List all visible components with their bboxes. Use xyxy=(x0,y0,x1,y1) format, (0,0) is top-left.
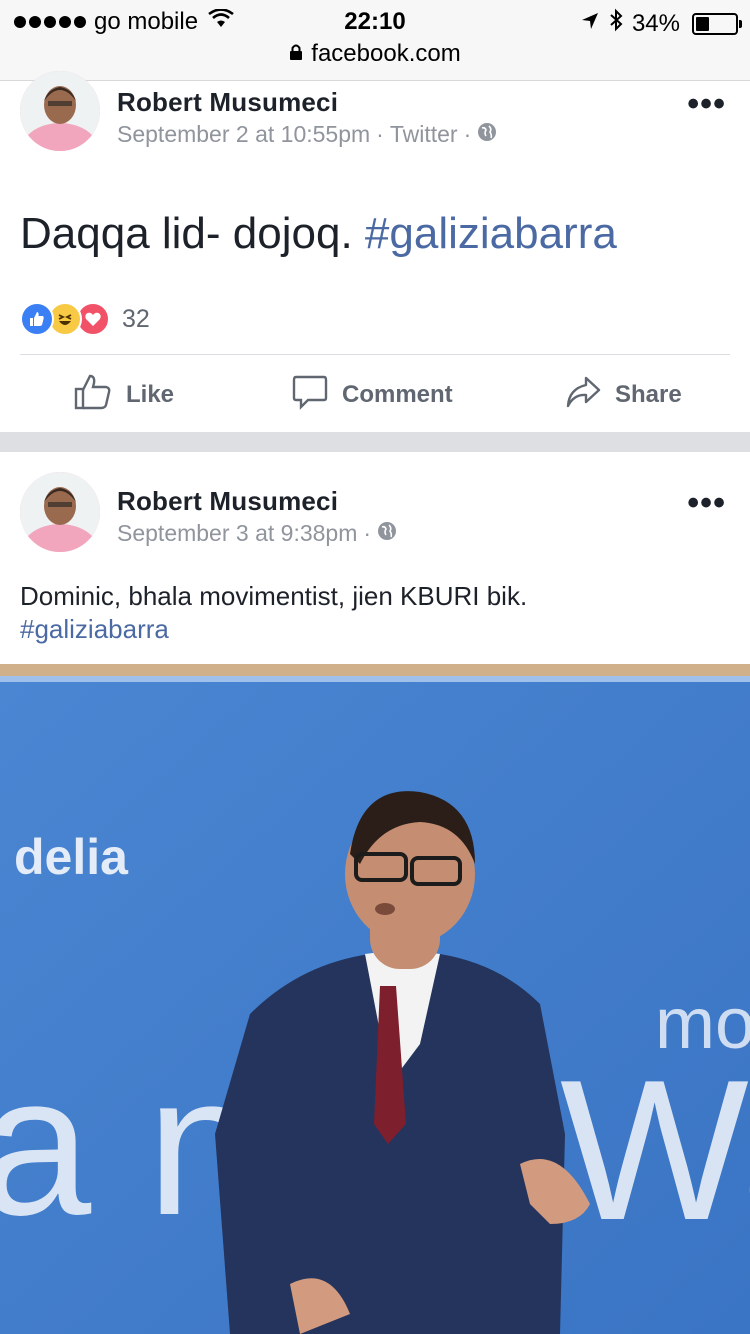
location-arrow-icon xyxy=(580,10,600,38)
battery-icon xyxy=(692,12,742,35)
lock-icon xyxy=(289,40,303,68)
meta-separator: · xyxy=(363,520,372,546)
post-text: Dominic, bhala movimentist, jien KBURI b… xyxy=(20,580,720,646)
post-photo[interactable]: delia mo a n Wa xyxy=(0,664,750,1334)
globe-icon xyxy=(477,121,497,148)
battery-percentage: 34% xyxy=(631,9,680,37)
post-card: Robert Musumeci September 2 at 10:55pm ·… xyxy=(0,71,750,432)
post-date[interactable]: September 3 at 9:38pm xyxy=(117,520,357,547)
more-options-button[interactable]: ••• xyxy=(687,85,726,124)
globe-icon xyxy=(377,520,397,547)
thumbs-up-icon xyxy=(74,373,112,418)
like-reaction-icon xyxy=(20,302,54,336)
author-name[interactable]: Robert Musumeci xyxy=(117,486,338,517)
reaction-summary[interactable]: 32 xyxy=(20,302,150,336)
author-name[interactable]: Robert Musumeci xyxy=(117,87,338,118)
url-text: facebook.com xyxy=(311,40,461,67)
photo-backdrop-text: Wa xyxy=(560,1039,750,1262)
comment-button[interactable]: Comment xyxy=(292,360,453,430)
meta-separator: · xyxy=(463,121,472,147)
post-meta: September 2 at 10:55pm · Twitter · xyxy=(117,121,497,148)
author-avatar[interactable] xyxy=(20,472,100,552)
hashtag-link[interactable]: #galiziabarra xyxy=(365,209,617,258)
comment-icon xyxy=(292,374,328,417)
address-bar[interactable]: facebook.com xyxy=(0,40,750,68)
reaction-count: 32 xyxy=(122,304,150,333)
bluetooth-icon xyxy=(608,8,624,39)
post-text-body: Dominic, bhala movimentist, jien KBURI b… xyxy=(20,581,528,611)
more-options-button[interactable]: ••• xyxy=(687,484,726,523)
like-label: Like xyxy=(126,381,175,408)
share-arrow-icon xyxy=(565,374,601,417)
author-avatar[interactable] xyxy=(20,71,100,151)
post-date[interactable]: September 2 at 10:55pm xyxy=(117,121,370,148)
feed-separator xyxy=(0,432,750,452)
share-label: Share xyxy=(615,381,682,408)
action-bar: Like Comment Share xyxy=(0,360,750,430)
hashtag-link[interactable]: #galiziabarra xyxy=(20,613,720,646)
comment-label: Comment xyxy=(342,381,453,408)
post-text-body: Daqqa lid- dojoq. xyxy=(20,209,353,258)
share-button[interactable]: Share xyxy=(565,360,682,430)
post-meta: September 3 at 9:38pm · xyxy=(117,520,397,547)
post-text: Daqqa lid- dojoq. #galiziabarra xyxy=(20,209,617,259)
photo-backdrop-text: delia xyxy=(14,829,129,885)
status-bar: go mobile 22:10 34% facebook.com xyxy=(0,0,750,81)
meta-separator: · xyxy=(376,121,384,147)
post-source: Twitter xyxy=(389,121,458,147)
divider xyxy=(20,354,730,355)
like-button[interactable]: Like xyxy=(74,360,174,430)
